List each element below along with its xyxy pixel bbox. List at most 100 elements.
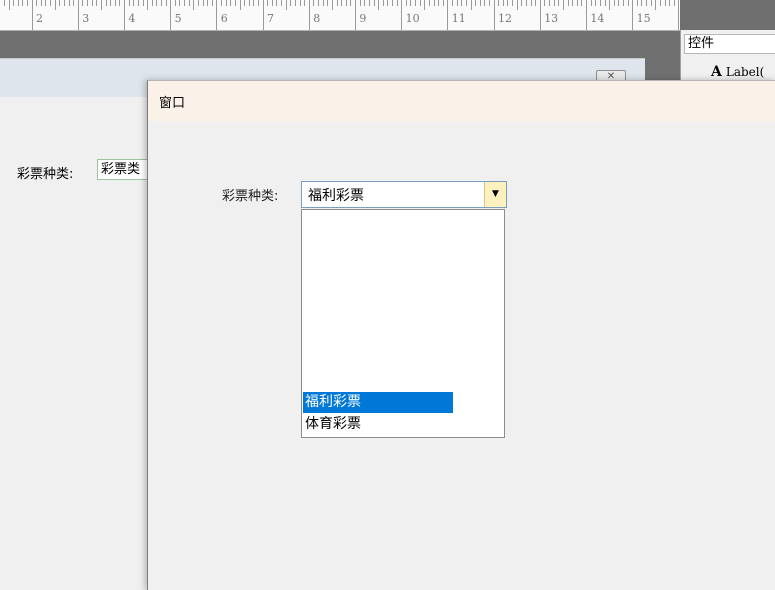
ruler-tick <box>595 0 596 6</box>
ruler-tick <box>286 0 287 10</box>
ruler-tick <box>443 0 444 6</box>
ruler-tick <box>45 0 46 6</box>
ruler-tick <box>452 0 453 6</box>
ruler-tick <box>369 0 370 6</box>
ruler-tick <box>544 0 545 6</box>
ruler-tick <box>512 0 513 6</box>
ruler-number: 4 <box>128 12 135 25</box>
ruler-tick <box>138 0 139 6</box>
ruler-tick <box>572 0 573 6</box>
ruler-tick <box>27 0 28 6</box>
lottery-type-combobox[interactable]: 福利彩票 ▼ <box>301 181 507 208</box>
ruler-tick <box>332 0 333 10</box>
ruler-tick <box>13 0 14 6</box>
ruler-tick <box>152 0 153 6</box>
ruler-tick <box>166 0 167 6</box>
ruler-tick <box>632 0 633 30</box>
ruler-tick <box>249 0 250 6</box>
ruler-tick <box>300 0 301 6</box>
ruler-tick <box>96 0 97 6</box>
ruler-tick <box>521 0 522 6</box>
ruler-tick <box>276 0 277 6</box>
ruler-tick <box>637 0 638 6</box>
toolbox-item-label[interactable]: A Label( <box>711 64 764 80</box>
ruler-tick <box>18 0 19 6</box>
lottery-type-label: 彩票种类: <box>222 185 278 204</box>
ruler-tick <box>184 0 185 6</box>
ruler-tick <box>623 0 624 6</box>
ruler-tick <box>92 0 93 6</box>
ruler-tick <box>383 0 384 6</box>
ruler-tick <box>651 0 652 6</box>
ruler-tick <box>678 0 679 30</box>
ruler-number: 5 <box>175 12 182 25</box>
ruler-tick <box>32 0 33 30</box>
ruler: 234567891011121314151617 <box>0 0 680 31</box>
ruler-tick <box>226 0 227 6</box>
ruler-tick <box>628 0 629 6</box>
ruler-number: 13 <box>544 12 558 25</box>
ruler-tick <box>9 0 10 10</box>
ruler-tick <box>124 0 125 30</box>
ruler-tick <box>535 0 536 6</box>
ruler-tick <box>655 0 656 10</box>
ruler-tick <box>212 0 213 6</box>
ruler-tick <box>438 0 439 6</box>
ruler-tick <box>466 0 467 6</box>
ruler-tick <box>669 0 670 6</box>
ruler-tick <box>258 0 259 6</box>
ruler-tick <box>374 0 375 6</box>
ruler-tick <box>392 0 393 6</box>
ruler-tick <box>221 0 222 6</box>
ruler-tick <box>618 0 619 6</box>
ruler-tick <box>240 0 241 10</box>
ruler-tick <box>216 0 217 30</box>
ruler-tick <box>147 0 148 10</box>
ruler-tick <box>78 0 79 30</box>
window-title: 窗口 <box>159 92 185 111</box>
ruler-number: 14 <box>590 12 604 25</box>
ruler-tick <box>415 0 416 6</box>
ruler-tick <box>281 0 282 6</box>
ruler-tick <box>646 0 647 6</box>
ruler-tick <box>526 0 527 6</box>
ruler-tick <box>235 0 236 6</box>
ruler-tick <box>360 0 361 6</box>
ruler-number: 7 <box>267 12 274 25</box>
lottery-type-label: 彩票种类: <box>17 163 73 182</box>
ruler-tick <box>318 0 319 6</box>
ruler-tick <box>337 0 338 6</box>
ruler-tick <box>267 0 268 6</box>
ruler-tick <box>263 0 264 30</box>
toolbox-item-label-text: Label( <box>726 65 764 79</box>
label-control-icon: A <box>711 64 722 80</box>
combobox-dropdown-list[interactable]: 福利彩票 体育彩票 <box>301 209 505 438</box>
dropdown-option-tiyu[interactable]: 体育彩票 <box>303 414 453 435</box>
ruler-tick <box>106 0 107 6</box>
ruler-tick <box>563 0 564 10</box>
ruler-tick <box>341 0 342 6</box>
ruler-tick <box>410 0 411 6</box>
controls-panel-header: 控件 <box>684 34 775 54</box>
dropdown-arrow-button[interactable]: ▼ <box>484 182 506 207</box>
combobox-value: 福利彩票 <box>308 185 364 205</box>
ruler-tick <box>429 0 430 6</box>
ruler-tick <box>133 0 134 6</box>
ruler-tick <box>253 0 254 6</box>
ruler-tick <box>614 0 615 6</box>
ruler-tick <box>503 0 504 6</box>
ruler-tick <box>517 0 518 10</box>
ruler-tick <box>170 0 171 30</box>
ruler-tick <box>230 0 231 6</box>
window-titlebar[interactable]: 窗口 <box>148 81 775 121</box>
ruler-tick <box>119 0 120 6</box>
ruler-tick <box>558 0 559 6</box>
preview-window[interactable]: 窗口 彩票种类: 福利彩票 ▼ 福利彩票 体育彩票 <box>147 80 775 590</box>
ruler-tick <box>461 0 462 6</box>
dropdown-option-fuli[interactable]: 福利彩票 <box>303 392 453 413</box>
ruler-number: 10 <box>406 12 420 25</box>
ruler-tick <box>304 0 305 6</box>
ruler-tick <box>189 0 190 6</box>
ruler-tick <box>313 0 314 6</box>
ruler-tick <box>290 0 291 6</box>
